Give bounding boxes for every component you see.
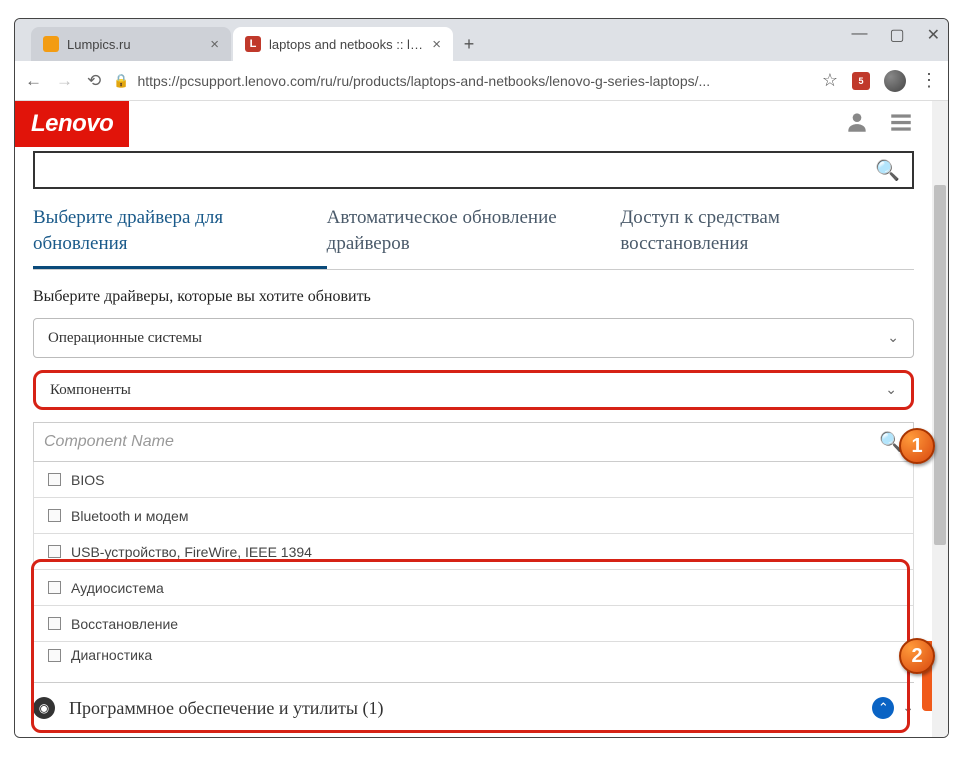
address-bar: ← → ⟲ 🔒 https://pcsupport.lenovo.com/ru/… — [15, 61, 948, 101]
user-icon[interactable] — [844, 109, 870, 140]
callout-1: 1 — [899, 428, 935, 464]
scrollbar[interactable] — [932, 101, 948, 737]
titlebar: Lumpics.ru × L laptops and netbooks :: l… — [15, 19, 948, 61]
browser-tab-lumpics[interactable]: Lumpics.ru × — [31, 27, 231, 61]
page-viewport: Lenovo 🔍 Выберите драйвера для обновлени… — [15, 101, 948, 737]
lock-icon: 🔒 — [113, 73, 129, 89]
content-tabs: Выберите драйвера для обновления Автомат… — [33, 199, 914, 270]
callout-2: 2 — [899, 638, 935, 674]
maximize-icon[interactable]: ▢ — [889, 25, 904, 45]
tab-auto-update[interactable]: Автоматическое обновление драйверов — [327, 199, 621, 269]
component-label: BIOS — [71, 472, 104, 488]
close-icon[interactable]: × — [210, 36, 219, 53]
component-label: USB-устройство, FireWire, IEEE 1394 — [71, 544, 312, 560]
hamburger-icon[interactable] — [888, 109, 914, 140]
components-dropdown[interactable]: Компоненты ⌄ — [33, 370, 914, 410]
nav-buttons: ← → ⟲ — [25, 71, 101, 91]
checkbox[interactable] — [48, 617, 61, 630]
dropdown-label: Операционные системы — [48, 330, 202, 347]
window-controls: — ▢ ✕ — [851, 25, 940, 45]
tab-title: laptops and netbooks :: lenovo g — [269, 37, 424, 52]
tab-title: Lumpics.ru — [67, 37, 202, 52]
scrollbar-thumb[interactable] — [934, 185, 946, 545]
favicon-icon: L — [245, 36, 261, 52]
menu-icon[interactable]: ⋮ — [920, 70, 938, 91]
dropdown-label: Компоненты — [50, 382, 131, 399]
arrow-up-icon[interactable]: ⌃ — [872, 697, 894, 719]
addr-right: ☆ 5 ⋮ — [822, 70, 938, 92]
chevron-down-icon: ⌄ — [887, 330, 899, 347]
component-label: Bluetooth и модем — [71, 508, 188, 524]
forward-icon[interactable]: → — [56, 71, 73, 91]
search-placeholder: Component Name — [44, 433, 174, 451]
url-text: https://pcsupport.lenovo.com/ru/ru/produ… — [137, 73, 710, 89]
lenovo-logo[interactable]: Lenovo — [15, 101, 129, 147]
instruction-text: Выберите драйверы, которые вы хотите обн… — [33, 288, 914, 306]
search-icon[interactable]: 🔍 — [875, 158, 900, 183]
browser-window: Lumpics.ru × L laptops and netbooks :: l… — [14, 18, 949, 738]
component-label: Аудиосистема — [71, 580, 164, 596]
extension-badge[interactable]: 5 — [852, 72, 870, 90]
checkbox[interactable] — [48, 649, 61, 662]
minimize-icon[interactable]: — — [851, 25, 867, 45]
tab-strip: Lumpics.ru × L laptops and netbooks :: l… — [23, 19, 483, 61]
close-window-icon[interactable]: ✕ — [927, 25, 940, 45]
accordion-label: Программное обеспечение и утилиты (1) — [69, 698, 384, 719]
chevron-down-icon: ⌄ — [885, 382, 897, 399]
component-item-diagnostics[interactable]: Диагностика — [33, 642, 914, 668]
checkbox[interactable] — [48, 509, 61, 522]
component-label: Диагностика — [71, 647, 152, 663]
checkbox[interactable] — [48, 473, 61, 486]
tab-recovery[interactable]: Доступ к средствам восстановления — [620, 199, 914, 269]
disc-icon: ◉ — [33, 697, 55, 719]
site-search[interactable]: 🔍 — [33, 151, 914, 189]
accordion-software[interactable]: ◉ Программное обеспечение и утилиты (1) … — [33, 682, 914, 729]
checkbox[interactable] — [48, 581, 61, 594]
back-icon[interactable]: ← — [25, 71, 42, 91]
component-label: Восстановление — [71, 616, 178, 632]
profile-avatar[interactable] — [884, 70, 906, 92]
checkbox[interactable] — [48, 545, 61, 558]
component-search[interactable]: Component Name 🔍 — [33, 422, 914, 462]
component-item-audio[interactable]: Аудиосистема — [33, 570, 914, 606]
os-dropdown[interactable]: Операционные системы ⌄ — [33, 318, 914, 358]
chevron-down-icon: ⌄ — [902, 700, 914, 717]
component-item-recovery[interactable]: Восстановление — [33, 606, 914, 642]
component-item-bios[interactable]: BIOS — [33, 462, 914, 498]
bookmark-icon[interactable]: ☆ — [822, 70, 838, 91]
browser-tab-lenovo[interactable]: L laptops and netbooks :: lenovo g × — [233, 27, 453, 61]
close-icon[interactable]: × — [432, 36, 441, 53]
component-item-bluetooth[interactable]: Bluetooth и модем — [33, 498, 914, 534]
site-header: Lenovo — [15, 101, 932, 147]
tab-select-drivers[interactable]: Выберите драйвера для обновления — [33, 199, 327, 269]
component-item-usb[interactable]: USB-устройство, FireWire, IEEE 1394 — [33, 534, 914, 570]
reload-icon[interactable]: ⟲ — [87, 71, 101, 91]
favicon-icon — [43, 36, 59, 52]
new-tab-button[interactable]: + — [455, 30, 483, 58]
url-field[interactable]: 🔒 https://pcsupport.lenovo.com/ru/ru/pro… — [113, 73, 810, 89]
